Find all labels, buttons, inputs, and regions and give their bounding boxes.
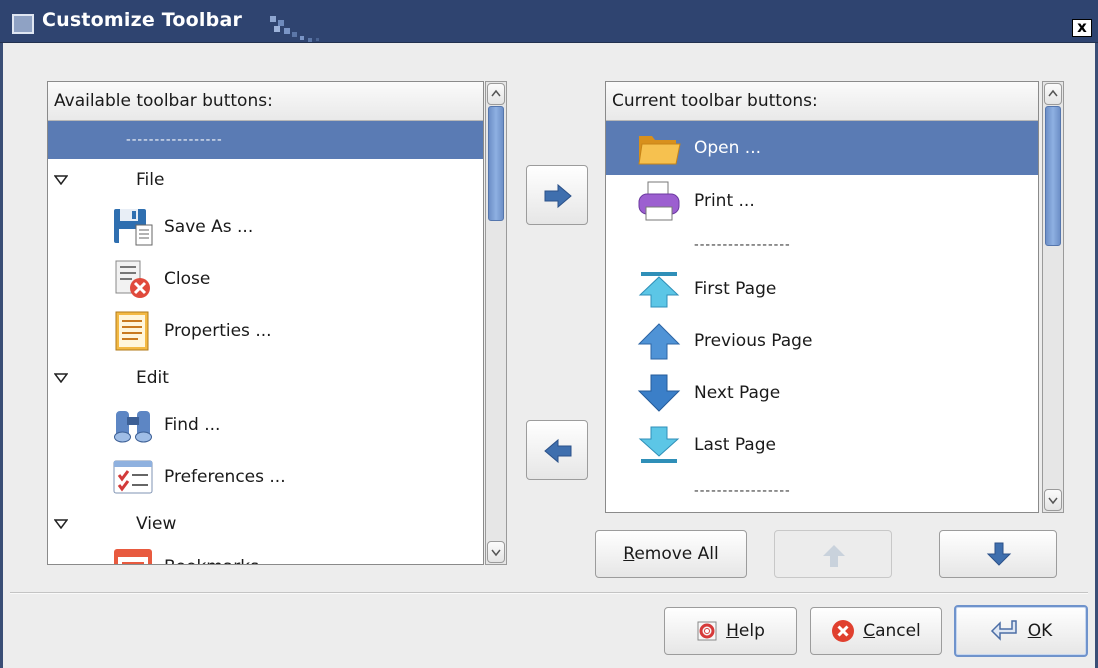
- cancel-button[interactable]: Cancel: [810, 607, 942, 655]
- list-item-properties[interactable]: Properties ...: [48, 305, 483, 357]
- current-list-scrollbar[interactable]: [1042, 81, 1064, 513]
- bookmarks-icon: [114, 549, 152, 564]
- window-title: Customize Toolbar: [42, 9, 243, 31]
- list-item-bookmarks[interactable]: Bookmarks: [48, 541, 483, 564]
- move-down-button[interactable]: [939, 530, 1057, 578]
- preferences-icon: [113, 460, 153, 494]
- move-up-button[interactable]: [774, 530, 892, 578]
- list-item-close[interactable]: Close: [48, 253, 483, 305]
- scroll-thumb[interactable]: [488, 106, 504, 221]
- list-item-separator[interactable]: -----------------: [606, 471, 1038, 511]
- ok-label: OK: [1027, 621, 1053, 641]
- first-page-icon: [638, 272, 680, 308]
- expander-arrow-icon[interactable]: [54, 175, 68, 185]
- scroll-down-button[interactable]: [487, 541, 505, 563]
- help-button[interactable]: Help: [664, 607, 797, 655]
- folder-icon: [638, 136, 681, 165]
- scroll-up-button[interactable]: [1044, 83, 1062, 105]
- scroll-up-button[interactable]: [487, 83, 505, 105]
- current-buttons-list[interactable]: Current toolbar buttons: Open ... Print …: [605, 81, 1039, 513]
- chevron-up-icon: [1048, 89, 1058, 97]
- list-item-first-page[interactable]: First Page: [606, 263, 1038, 315]
- close-document-icon: [115, 260, 150, 298]
- list-item-separator[interactable]: -----------------: [606, 227, 1038, 263]
- enter-arrow-icon: [990, 620, 1017, 641]
- scroll-down-button[interactable]: [1044, 489, 1062, 511]
- tree-group-edit[interactable]: Edit: [48, 357, 483, 399]
- remove-all-button[interactable]: Remove All: [595, 530, 747, 578]
- ok-button[interactable]: OK: [954, 605, 1088, 657]
- titlebar-decoration-icon: [270, 16, 319, 42]
- list-item-next-page[interactable]: Next Page: [606, 367, 1038, 419]
- scroll-thumb[interactable]: [1045, 106, 1061, 246]
- cancel-icon: [832, 620, 855, 642]
- binoculars-icon: [114, 411, 152, 443]
- list-item-save-as[interactable]: Save As ...: [48, 201, 483, 253]
- list-item-preferences[interactable]: Preferences ...: [48, 451, 483, 503]
- tree-group-view[interactable]: View: [48, 503, 483, 545]
- list-item-open[interactable]: Open ...: [606, 121, 1038, 175]
- list-item-last-page[interactable]: Last Page: [606, 419, 1038, 471]
- remove-all-label: Remove All: [623, 544, 719, 564]
- properties-icon: [115, 311, 149, 351]
- arrow-up-icon: [823, 545, 845, 567]
- list-item-find[interactable]: Find ...: [48, 399, 483, 451]
- list-item-previous-page[interactable]: Previous Page: [606, 315, 1038, 367]
- help-icon: [697, 621, 717, 641]
- available-buttons-list[interactable]: Available toolbar buttons: -------------…: [47, 81, 484, 565]
- cancel-label: Cancel: [863, 621, 921, 641]
- window-close-button[interactable]: x: [1072, 19, 1092, 37]
- arrow-down-icon: [986, 542, 1012, 566]
- chevron-down-icon: [491, 549, 501, 557]
- window-menu-icon[interactable]: [12, 14, 34, 34]
- next-page-icon: [637, 374, 681, 412]
- printer-icon: [638, 181, 680, 221]
- current-list-header: Current toolbar buttons:: [606, 82, 1038, 121]
- tree-group-file[interactable]: File: [48, 159, 483, 201]
- title-bar[interactable]: Customize Toolbar x: [0, 0, 1098, 43]
- available-list-header: Available toolbar buttons:: [48, 82, 483, 121]
- arrow-left-icon: [544, 438, 572, 464]
- previous-page-icon: [637, 323, 681, 360]
- help-label: Help: [726, 621, 765, 641]
- expander-arrow-icon[interactable]: [54, 519, 68, 529]
- arrow-right-icon: [544, 183, 572, 209]
- remove-from-toolbar-button[interactable]: [526, 420, 588, 480]
- chevron-down-icon: [1048, 497, 1058, 505]
- add-to-toolbar-button[interactable]: [526, 165, 588, 225]
- chevron-up-icon: [491, 89, 501, 97]
- available-list-scrollbar[interactable]: [485, 81, 507, 565]
- separator-line: [10, 592, 1088, 594]
- save-as-icon: [114, 209, 153, 246]
- last-page-icon: [638, 426, 680, 463]
- expander-arrow-icon[interactable]: [54, 373, 68, 383]
- list-item-separator[interactable]: -----------------: [48, 121, 483, 159]
- list-item-print[interactable]: Print ...: [606, 175, 1038, 227]
